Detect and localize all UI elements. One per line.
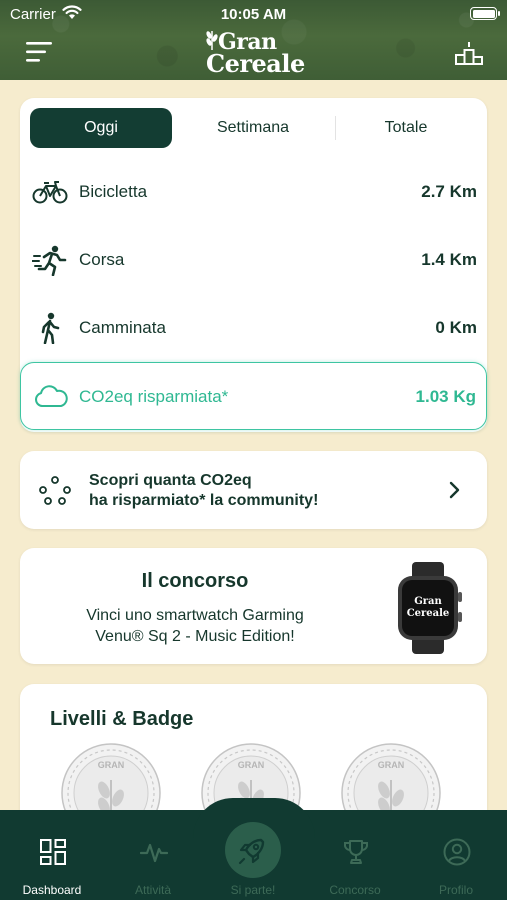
- co2-value: 1.03 Kg: [415, 387, 476, 406]
- community-dots-icon: [39, 476, 71, 505]
- contest-card[interactable]: Il concorso Vinci uno smartwatch Garming…: [20, 548, 487, 664]
- running-icon: [32, 245, 67, 276]
- contest-title: Il concorso: [141, 570, 249, 592]
- menu-icon[interactable]: [26, 40, 54, 64]
- walking-icon: [41, 312, 60, 344]
- stat-row-bicicletta: Bicicletta 2.7 Km: [20, 158, 487, 226]
- nav-label-profilo: Profilo: [438, 883, 473, 897]
- svg-text:GRAN: GRAN: [238, 760, 265, 770]
- period-tabs: Oggi Settimana Totale: [30, 108, 477, 148]
- nav-label-si-parte: Si parte!: [230, 883, 276, 897]
- contest-description: Vinci uno smartwatch Garming Venu® Sq 2 …: [20, 605, 370, 647]
- community-text: Scopri quanta CO2eq ha risparmiato* la c…: [89, 471, 318, 511]
- stat-label: Corsa: [79, 250, 125, 269]
- gran-cereale-logo: Gran Cereale: [206, 29, 305, 78]
- watch-logo-line2: Cereale: [407, 608, 450, 619]
- contest-desc-line2: Venu® Sq 2 - Music Edition!: [95, 628, 295, 645]
- nav-label-dashboard: Dashboard: [22, 883, 82, 897]
- status-bar: Carrier 10:05 AM: [0, 0, 507, 28]
- app-header: Carrier 10:05 AM Gran Cereale: [0, 0, 507, 80]
- stat-label: Camminata: [79, 318, 166, 337]
- activity-stats-card: Oggi Settimana Totale Bicicletta 2.7 Km …: [20, 98, 487, 432]
- community-line1: Scopri quanta CO2eq: [89, 472, 252, 489]
- stat-row-camminata: Camminata 0 Km: [20, 294, 487, 362]
- stat-value: 1.4 Km: [421, 250, 477, 269]
- clock: 10:05 AM: [220, 6, 287, 23]
- co2-saved-row[interactable]: CO2eq risparmiata* 1.03 Kg: [20, 362, 487, 430]
- co2-label: CO2eq risparmiata*: [79, 387, 229, 406]
- nav-dashboard[interactable]: Dashboard: [7, 838, 97, 898]
- smartwatch-image: Gran Cereale: [398, 562, 462, 654]
- nav-label-concorso: Concorso: [329, 883, 381, 897]
- stat-value: 0 Km: [435, 318, 477, 337]
- stat-value: 2.7 Km: [421, 182, 477, 201]
- stat-label: Bicicletta: [79, 182, 148, 201]
- tab-oggi[interactable]: Oggi: [30, 108, 172, 148]
- start-button[interactable]: [225, 822, 281, 878]
- chevron-right-icon: [449, 481, 460, 499]
- podium-icon[interactable]: [455, 40, 483, 66]
- cloud-icon: [35, 385, 68, 407]
- badges-title: Livelli & Badge: [50, 708, 194, 730]
- nav-profilo[interactable]: Profilo: [411, 838, 501, 898]
- community-card[interactable]: Scopri quanta CO2eq ha risparmiato* la c…: [20, 451, 487, 529]
- bicycle-icon: [32, 181, 68, 204]
- profile-icon: [443, 838, 471, 866]
- nav-concorso[interactable]: Concorso: [310, 838, 400, 898]
- community-line2: ha risparmiato* la community!: [89, 492, 319, 509]
- activity-pulse-icon: [140, 843, 168, 863]
- tab-settimana[interactable]: Settimana: [182, 108, 324, 148]
- watch-logo-line1: Gran: [414, 596, 442, 607]
- svg-text:GRAN: GRAN: [98, 760, 125, 770]
- tab-totale[interactable]: Totale: [335, 108, 477, 148]
- dashboard-icon: [40, 839, 66, 865]
- battery-icon: [470, 7, 500, 20]
- svg-text:GRAN: GRAN: [378, 760, 405, 770]
- stat-row-corsa: Corsa 1.4 Km: [20, 226, 487, 294]
- nav-label-attivita: Attività: [134, 883, 171, 897]
- contest-desc-line1: Vinci uno smartwatch Garming: [86, 607, 304, 624]
- nav-attivita[interactable]: Attività: [108, 838, 198, 898]
- trophy-icon: [344, 840, 368, 864]
- rocket-icon: [238, 838, 265, 865]
